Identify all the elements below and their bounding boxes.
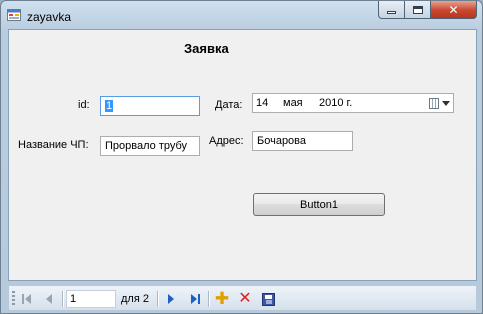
id-label: id: xyxy=(78,99,90,111)
close-button[interactable]: ✕ xyxy=(430,1,477,19)
toolbar-grip[interactable] xyxy=(12,291,15,307)
maximize-button[interactable] xyxy=(404,1,431,19)
move-previous-icon xyxy=(46,294,52,304)
count-label: для 2 xyxy=(121,293,149,305)
date-year[interactable]: 2010 г. xyxy=(319,97,352,109)
move-next-icon xyxy=(168,294,174,304)
form-client-area: Заявка id: 1 Дата: 14 мая 2010 г. Назван… xyxy=(8,29,477,281)
move-previous-button[interactable] xyxy=(41,291,57,307)
add-new-button[interactable]: ✚ xyxy=(214,289,230,308)
minimize-icon xyxy=(387,11,396,14)
toolbar-separator xyxy=(208,291,209,307)
address-field[interactable]: Бочарова xyxy=(252,131,353,151)
close-icon: ✕ xyxy=(448,2,459,17)
form-app-icon xyxy=(7,9,21,21)
date-dropdown-button[interactable] xyxy=(429,96,451,110)
title-bar[interactable]: zayavka ✕ xyxy=(1,1,482,29)
move-first-arrow xyxy=(24,294,31,304)
minimize-button[interactable] xyxy=(378,1,405,19)
add-new-icon: ✚ xyxy=(214,289,230,308)
binding-navigator: 1 для 2 ✚ ✕ xyxy=(8,285,477,311)
calendar-icon xyxy=(429,97,439,109)
move-last-button[interactable] xyxy=(187,291,203,307)
app-window: zayavka ✕ Заявка id: 1 Дата: 14 мая 2010… xyxy=(0,0,483,314)
move-last-icon xyxy=(190,294,197,304)
delete-icon: ✕ xyxy=(238,290,252,307)
save-button[interactable] xyxy=(260,291,276,307)
delete-button[interactable]: ✕ xyxy=(237,291,253,307)
move-first-icon xyxy=(21,294,24,304)
chevron-down-icon xyxy=(442,100,450,106)
form-heading: Заявка xyxy=(184,41,229,56)
date-label: Дата: xyxy=(215,99,243,111)
name-label: Название ЧП: xyxy=(18,139,89,151)
address-label: Адрес: xyxy=(209,135,244,147)
window-title: zayavka xyxy=(27,10,72,24)
toolbar-separator xyxy=(157,291,158,307)
save-icon xyxy=(261,292,275,306)
position-field[interactable]: 1 xyxy=(66,290,116,308)
date-picker[interactable]: 14 мая 2010 г. xyxy=(252,93,454,113)
move-first-button[interactable] xyxy=(18,291,34,307)
toolbar-separator xyxy=(62,291,63,307)
id-value: 1 xyxy=(105,100,114,112)
button1[interactable]: Button1 xyxy=(253,193,385,216)
date-month[interactable]: мая xyxy=(283,97,303,109)
name-field[interactable]: Прорвало трубу xyxy=(100,136,200,156)
maximize-icon xyxy=(412,5,423,14)
date-day[interactable]: 14 xyxy=(256,97,268,109)
move-next-button[interactable] xyxy=(163,291,179,307)
id-field[interactable]: 1 xyxy=(100,96,200,116)
move-last-bar xyxy=(197,294,200,304)
